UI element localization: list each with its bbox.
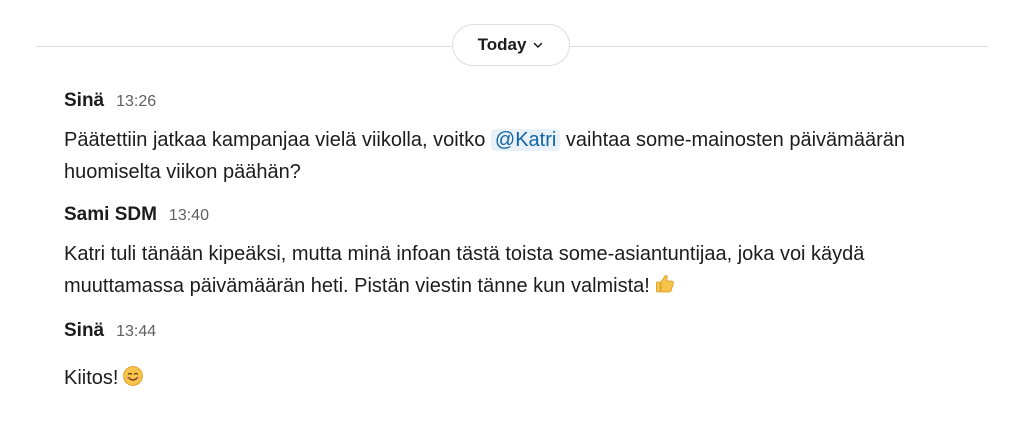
sender-name[interactable]: Sinä bbox=[64, 320, 104, 342]
message-text-part: Katri tuli tänään kipeäksi, mutta minä i… bbox=[64, 243, 865, 297]
message-text: Päätettiin jatkaa kampanjaa vielä viikol… bbox=[64, 124, 984, 188]
sender-name[interactable]: Sinä bbox=[64, 90, 104, 112]
chevron-down-icon bbox=[534, 42, 543, 48]
message-timestamp[interactable]: 13:40 bbox=[169, 207, 209, 225]
message-item: Sami SDM 13:40 Katri tuli tänään kipeäks… bbox=[64, 204, 984, 302]
day-divider-button[interactable]: Today bbox=[452, 24, 570, 66]
smiling-face-icon bbox=[123, 366, 144, 386]
message-text-part: Kiitos! bbox=[64, 367, 119, 389]
message-item: Sinä 13:26 Päätettiin jatkaa kampanjaa v… bbox=[64, 90, 984, 188]
thumbs-up-icon bbox=[655, 275, 674, 293]
day-divider-label: Today bbox=[477, 35, 527, 54]
message-timestamp[interactable]: 13:44 bbox=[116, 323, 156, 341]
message-timestamp[interactable]: 13:26 bbox=[116, 93, 156, 111]
message-text-part: Päätettiin jatkaa kampanjaa vielä viikol… bbox=[64, 129, 491, 151]
user-mention[interactable]: @Katri bbox=[490, 129, 561, 151]
message-text: Katri tuli tänään kipeäksi, mutta minä i… bbox=[64, 238, 984, 302]
message-text: Kiitos! bbox=[64, 362, 984, 394]
message-header: Sinä 13:44 bbox=[64, 320, 984, 344]
message-header: Sinä 13:26 bbox=[64, 90, 984, 114]
sender-name[interactable]: Sami SDM bbox=[64, 204, 157, 226]
message-header: Sami SDM 13:40 bbox=[64, 204, 984, 228]
message-item: Sinä 13:44 Kiitos! bbox=[64, 320, 984, 394]
